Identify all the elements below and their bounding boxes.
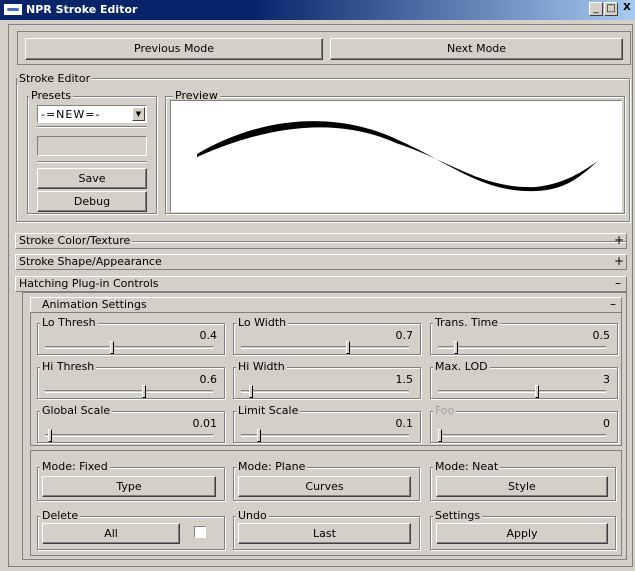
rollup-label: Animation Settings: [40, 298, 149, 311]
lo-thresh-value: 0.4: [199, 329, 218, 342]
previous-mode-button[interactable]: Previous Mode: [25, 38, 323, 60]
delete-checkbox[interactable]: [194, 526, 206, 538]
hi-thresh-label: Hi Thresh: [40, 360, 97, 373]
hi-thresh-slider-track[interactable]: [45, 390, 213, 393]
window-title: NPR Stroke Editor: [26, 3, 138, 16]
rollup-stroke-color-texture[interactable]: Stroke Color/Texture +: [15, 233, 627, 251]
close-button[interactable]: X: [620, 2, 634, 16]
rollup-stroke-shape-appearance[interactable]: Stroke Shape/Appearance +: [15, 254, 627, 272]
hi-width-slider-thumb[interactable]: [249, 385, 253, 398]
next-mode-button[interactable]: Next Mode: [330, 38, 623, 60]
limit-scale-value: 0.1: [395, 417, 414, 430]
lo-width-slider-thumb[interactable]: [346, 341, 350, 354]
limit-scale-label: Limit Scale: [236, 404, 301, 417]
max-lod-slider-thumb[interactable]: [535, 385, 539, 398]
stroke-editor-label: Stroke Editor: [17, 72, 93, 85]
delete-label: Delete: [40, 509, 81, 522]
presets-selected: -=NEW=-: [41, 108, 101, 121]
limit-scale-slider-track[interactable]: [241, 434, 409, 437]
mode-neat-label: Mode: Neat: [433, 460, 501, 473]
undo-last-button[interactable]: Last: [238, 523, 411, 544]
trans-time-label: Trans. Time: [433, 316, 500, 329]
global-scale-value: 0.01: [192, 417, 218, 430]
lo-thresh-slider-thumb[interactable]: [110, 341, 114, 354]
rollup-label: Hatching Plug-in Controls: [17, 277, 161, 290]
undo-label: Undo: [236, 509, 269, 522]
lo-width-value: 0.7: [395, 329, 414, 342]
hi-width-value: 1.5: [395, 373, 414, 386]
rollup-label: Stroke Color/Texture: [17, 234, 133, 247]
rollup-label: Stroke Shape/Appearance: [17, 255, 164, 268]
hi-width-label: Hi Width: [236, 360, 287, 373]
global-scale-slider-track[interactable]: [45, 434, 213, 437]
preview-canvas[interactable]: [170, 100, 622, 212]
max-lod-value: 3: [603, 373, 610, 386]
lo-width-label: Lo Width: [236, 316, 289, 329]
foo-value: 0: [603, 417, 610, 430]
hi-thresh-slider-thumb[interactable]: [142, 385, 146, 398]
trans-time-value: 0.5: [592, 329, 611, 342]
collapse-icon[interactable]: –: [615, 276, 621, 290]
delete-all-button[interactable]: All: [42, 523, 180, 544]
lo-thresh-label: Lo Thresh: [40, 316, 98, 329]
settings-label: Settings: [433, 509, 483, 522]
preset-name-input[interactable]: [37, 136, 147, 156]
global-scale-slider-thumb[interactable]: [48, 429, 52, 442]
npr-stroke-editor-window: { "window": { "title": "NPR Stroke Edito…: [0, 0, 635, 571]
type-button[interactable]: Type: [42, 476, 216, 497]
save-button[interactable]: Save: [37, 168, 147, 189]
trans-time-slider-track[interactable]: [438, 346, 606, 349]
max-lod-slider-track[interactable]: [438, 390, 606, 393]
global-scale-label: Global Scale: [40, 404, 113, 417]
expand-icon[interactable]: +: [614, 233, 624, 247]
app-icon: [3, 3, 23, 16]
stroke-preview-curve: [197, 121, 598, 192]
presets-dropdown[interactable]: -=NEW=- ▼: [37, 105, 147, 123]
collapse-icon[interactable]: –: [610, 297, 616, 311]
minimize-button[interactable]: _: [589, 2, 603, 16]
hi-width-slider-track[interactable]: [241, 390, 409, 393]
apply-button[interactable]: Apply: [436, 523, 608, 544]
style-button[interactable]: Style: [436, 476, 608, 497]
dropdown-arrow-icon[interactable]: ▼: [132, 107, 145, 121]
max-lod-label: Max. LOD: [433, 360, 490, 373]
maximize-button[interactable]: □: [604, 2, 618, 16]
foo-slider-thumb[interactable]: [438, 429, 442, 442]
limit-scale-slider-thumb[interactable]: [257, 429, 261, 442]
lo-width-slider-track[interactable]: [241, 346, 409, 349]
mode-plane-label: Mode: Plane: [236, 460, 308, 473]
lo-thresh-slider-track[interactable]: [45, 346, 213, 349]
mode-fixed-label: Mode: Fixed: [40, 460, 110, 473]
trans-time-slider-thumb[interactable]: [454, 341, 458, 354]
presets-label: Presets: [29, 89, 74, 102]
hi-thresh-value: 0.6: [199, 373, 218, 386]
foo-slider-track[interactable]: [438, 434, 606, 437]
debug-button[interactable]: Debug: [37, 191, 147, 212]
presets-divider-2: [37, 161, 147, 163]
expand-icon[interactable]: +: [614, 254, 624, 268]
foo-label: Foo: [433, 404, 457, 417]
title-bar[interactable]: NPR Stroke Editor _ □ X: [0, 0, 635, 20]
presets-divider: [37, 126, 147, 128]
curves-button[interactable]: Curves: [238, 476, 411, 497]
